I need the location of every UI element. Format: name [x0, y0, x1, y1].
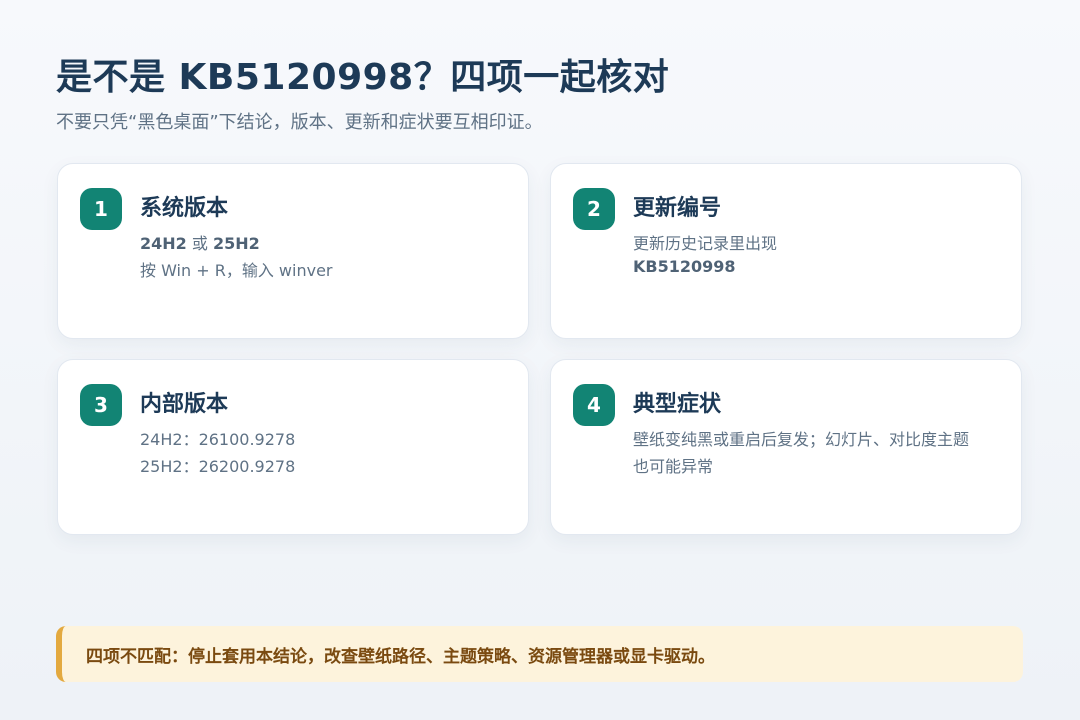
warning-text: 四项不匹配：停止套用本结论，改查壁纸路径、主题策略、资源管理器或显卡驱动。	[86, 646, 715, 667]
step-number-badge: 4	[573, 384, 615, 426]
version-connector: 或	[186, 234, 213, 253]
version-24h2: 24H2	[140, 234, 187, 253]
card-detail-kb-number: KB5120998	[633, 257, 736, 276]
check-card-system-version: 1 系统版本 24H2 或 25H2 按 Win + R，输入 winver	[57, 163, 529, 339]
card-detail-symptom-line-2: 也可能异常	[633, 457, 714, 476]
card-detail-versions: 24H2 或 25H2	[140, 230, 260, 254]
check-card-symptoms: 4 典型症状 壁纸变纯黑或重启后复发；幻灯片、对比度主题 也可能异常	[550, 359, 1022, 535]
step-number-badge: 1	[80, 188, 122, 230]
card-title: 典型症状	[633, 392, 722, 417]
card-title: 更新编号	[633, 196, 722, 221]
card-detail-instruction: 按 Win + R，输入 winver	[140, 261, 333, 280]
check-card-build-number: 3 内部版本 24H2：26100.9278 25H2：26200.9278	[57, 359, 529, 535]
page-title: 是不是 KB5120998？四项一起核对	[56, 57, 670, 98]
version-25h2: 25H2	[212, 234, 260, 253]
card-detail-text: 更新历史记录里出现	[633, 234, 778, 253]
card-title: 内部版本	[140, 392, 229, 417]
card-detail-build-25h2: 25H2：26200.9278	[140, 457, 296, 476]
check-card-update-id: 2 更新编号 更新历史记录里出现 KB5120998	[550, 163, 1022, 339]
page-subtitle: 不要只凭“黑色桌面”下结论，版本、更新和症状要互相印证。	[56, 112, 543, 133]
step-number-badge: 2	[573, 188, 615, 230]
card-detail-build-24h2: 24H2：26100.9278	[140, 430, 296, 449]
step-number-badge: 3	[80, 384, 122, 426]
card-detail-symptom-line-1: 壁纸变纯黑或重启后复发；幻灯片、对比度主题	[633, 430, 970, 449]
card-title: 系统版本	[140, 196, 229, 221]
warning-banner: 四项不匹配：停止套用本结论，改查壁纸路径、主题策略、资源管理器或显卡驱动。	[56, 626, 1023, 682]
